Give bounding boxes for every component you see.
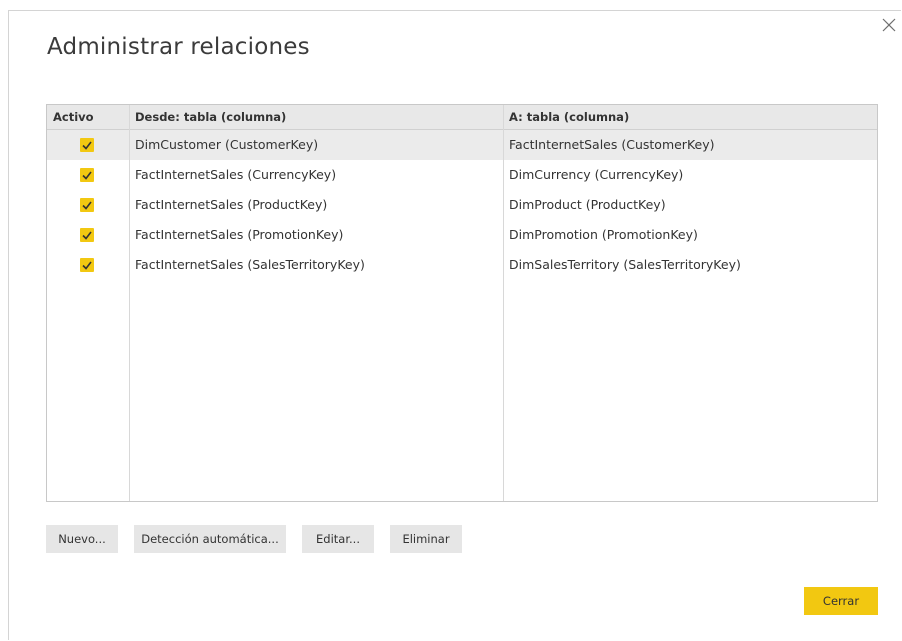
table-row[interactable]: FactInternetSales (ProductKey) DimProduc…	[47, 190, 877, 220]
active-checkbox[interactable]	[80, 228, 94, 242]
table-row[interactable]: FactInternetSales (PromotionKey) DimProm…	[47, 220, 877, 250]
edit-button[interactable]: Editar...	[302, 525, 374, 553]
table-row[interactable]: FactInternetSales (SalesTerritoryKey) Di…	[47, 250, 877, 280]
from-cell: FactInternetSales (SalesTerritoryKey)	[135, 257, 365, 272]
header-from[interactable]: Desde: tabla (columna)	[135, 105, 286, 129]
column-divider	[503, 105, 504, 501]
column-divider	[129, 105, 130, 501]
relationships-table: Activo Desde: tabla (columna) A: tabla (…	[46, 104, 878, 502]
from-cell: DimCustomer (CustomerKey)	[135, 137, 319, 152]
header-active[interactable]: Activo	[53, 105, 94, 129]
close-icon[interactable]	[880, 16, 900, 36]
to-cell: DimCurrency (CurrencyKey)	[509, 167, 684, 182]
close-button[interactable]: Cerrar	[804, 587, 878, 615]
from-cell: FactInternetSales (CurrencyKey)	[135, 167, 337, 182]
from-cell: FactInternetSales (PromotionKey)	[135, 227, 344, 242]
table-header: Activo Desde: tabla (columna) A: tabla (…	[47, 105, 877, 130]
active-checkbox[interactable]	[80, 168, 94, 182]
table-row[interactable]: FactInternetSales (CurrencyKey) DimCurre…	[47, 160, 877, 190]
delete-button[interactable]: Eliminar	[390, 525, 462, 553]
autodetect-button[interactable]: Detección automática...	[134, 525, 286, 553]
to-cell: FactInternetSales (CustomerKey)	[509, 137, 715, 152]
active-checkbox[interactable]	[80, 198, 94, 212]
table-row[interactable]: DimCustomer (CustomerKey) FactInternetSa…	[47, 130, 877, 160]
from-cell: FactInternetSales (ProductKey)	[135, 197, 328, 212]
to-cell: DimSalesTerritory (SalesTerritoryKey)	[509, 257, 741, 272]
header-to[interactable]: A: tabla (columna)	[509, 105, 629, 129]
new-button[interactable]: Nuevo...	[46, 525, 118, 553]
to-cell: DimProduct (ProductKey)	[509, 197, 666, 212]
to-cell: DimPromotion (PromotionKey)	[509, 227, 698, 242]
active-checkbox[interactable]	[80, 258, 94, 272]
dialog-title: Administrar relaciones	[47, 34, 310, 60]
active-checkbox[interactable]	[80, 138, 94, 152]
